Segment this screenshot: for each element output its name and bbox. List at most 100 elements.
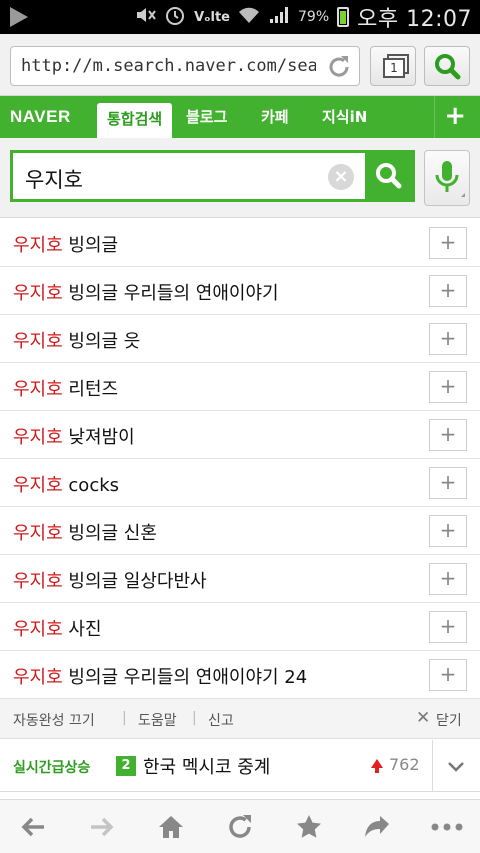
browser-bottom-bar: [0, 799, 480, 853]
add-suggestion-button[interactable]: +: [429, 227, 467, 259]
report-link[interactable]: 신고: [208, 710, 234, 730]
browser-toolbar: http://m.search.naver.com/sear… 1: [0, 34, 480, 96]
suggestion-text[interactable]: 우지호 사진: [13, 615, 102, 641]
tab-integrated-search[interactable]: 통합검색: [97, 103, 173, 138]
voice-search-button[interactable]: [424, 150, 470, 206]
tab-count: 1: [383, 58, 405, 78]
help-link[interactable]: 도움말: [138, 710, 177, 730]
clock: 오후 12:07: [357, 7, 472, 32]
add-suggestion-button[interactable]: +: [429, 419, 467, 451]
add-suggestion-button[interactable]: +: [429, 323, 467, 355]
suggestion-keyword: 우지호: [13, 475, 63, 496]
list-item[interactable]: 우지호 빙의글 일상다반사 +: [0, 555, 480, 603]
list-item[interactable]: 우지호 리턴즈 +: [0, 363, 480, 411]
close-link[interactable]: 닫기: [436, 710, 462, 730]
tab-blog[interactable]: 블로그: [186, 96, 227, 138]
suggestion-rest: 빙의글 읏: [62, 331, 141, 352]
realtime-trend-bar[interactable]: 실시간급상승 2 한국 멕시코 중계 762: [0, 740, 480, 792]
nav-divider: [434, 96, 435, 138]
forward-icon[interactable]: [87, 812, 117, 842]
suggestion-rest: 빙의글: [62, 235, 119, 256]
suggestion-rest: 사진: [62, 619, 102, 640]
wifi-icon: [238, 6, 260, 28]
list-item[interactable]: 우지호 빙의글 우리들의 연애이야기 24 +: [0, 651, 480, 699]
suggestion-rest: 빙의글 신혼: [62, 523, 157, 544]
suggestion-text[interactable]: 우지호 빙의글 우리들의 연애이야기 24: [13, 663, 307, 689]
url-text[interactable]: http://m.search.naver.com/sear…: [21, 56, 316, 76]
search-input[interactable]: 우지호 ×: [10, 150, 415, 202]
trend-count: 762: [389, 755, 420, 774]
list-item[interactable]: 우지호 빙의글 우리들의 연애이야기 +: [0, 267, 480, 315]
suggestion-rest: cocks: [62, 475, 120, 496]
naver-logo[interactable]: NAVER: [10, 107, 71, 127]
back-icon[interactable]: [18, 812, 48, 842]
list-item[interactable]: 우지호 빙의글 읏 +: [0, 315, 480, 363]
suggestion-keyword: 우지호: [13, 283, 63, 304]
more-menu-icon[interactable]: [430, 812, 463, 842]
trend-rank-badge: 2: [116, 756, 136, 776]
clear-icon[interactable]: ×: [328, 164, 354, 190]
list-item[interactable]: 우지호 빙의글 신혼 +: [0, 507, 480, 555]
divider: |: [192, 710, 197, 726]
add-suggestion-button[interactable]: +: [429, 371, 467, 403]
tab-cafe[interactable]: 카페: [261, 96, 289, 138]
search-icon: [376, 163, 402, 189]
battery-icon: [337, 7, 350, 27]
chevron-down-icon[interactable]: [446, 756, 466, 776]
tabs-button[interactable]: 1: [370, 46, 416, 86]
suggestion-text[interactable]: 우지호 리턴즈: [13, 375, 118, 401]
suggestion-text[interactable]: 우지호 cocks: [13, 471, 119, 497]
home-icon[interactable]: [156, 812, 186, 842]
add-suggestion-button[interactable]: +: [429, 515, 467, 547]
list-item[interactable]: 우지호 빙의글 +: [0, 219, 480, 267]
divider: [432, 740, 433, 792]
trend-label: 실시간급상승: [13, 760, 91, 776]
add-tab-button[interactable]: +: [444, 101, 466, 131]
browser-search-button[interactable]: [424, 46, 470, 86]
suggestion-text[interactable]: 우지호 빙의글 일상다반사: [13, 567, 207, 593]
add-suggestion-button[interactable]: +: [429, 611, 467, 643]
suggestion-rest: 낮져밤이: [62, 427, 135, 448]
suggestion-keyword: 우지호: [13, 619, 63, 640]
add-suggestion-button[interactable]: +: [429, 275, 467, 307]
suggestion-text[interactable]: 우지호 빙의글 우리들의 연애이야기: [13, 279, 279, 305]
refresh-icon[interactable]: [225, 812, 255, 842]
add-suggestion-button[interactable]: +: [429, 659, 467, 691]
suggestion-rest: 빙의글 우리들의 연애이야기 24: [62, 667, 308, 688]
suggestion-keyword: 우지호: [13, 235, 63, 256]
signal-icon: [268, 5, 290, 29]
suggestion-text[interactable]: 우지호 빙의글: [13, 231, 118, 257]
suggestion-text[interactable]: 우지호 빙의글 신혼: [13, 519, 157, 545]
suggestion-keyword: 우지호: [13, 331, 63, 352]
search-area: 우지호 ×: [0, 138, 480, 218]
autocomplete-off-link[interactable]: 자동완성 끄기: [13, 710, 95, 730]
add-suggestion-button[interactable]: +: [429, 467, 467, 499]
bookmark-star-icon[interactable]: [294, 812, 324, 842]
close-icon[interactable]: ✕: [416, 708, 430, 728]
search-icon: [435, 54, 461, 80]
share-icon[interactable]: [362, 812, 392, 842]
naver-navbar: NAVER 통합검색 블로그 카페 지식iN +: [0, 96, 480, 138]
search-submit-button[interactable]: [365, 153, 412, 199]
list-item[interactable]: 우지호 cocks +: [0, 459, 480, 507]
url-field[interactable]: http://m.search.naver.com/sear…: [10, 46, 360, 86]
divider: |: [122, 710, 127, 726]
mute-icon: [134, 5, 156, 29]
add-suggestion-button[interactable]: +: [429, 563, 467, 595]
search-query[interactable]: 우지호: [25, 164, 83, 194]
reload-icon[interactable]: [325, 53, 353, 81]
trend-keyword[interactable]: 한국 멕시코 중계: [143, 753, 270, 779]
alarm-icon: [164, 4, 186, 30]
suggestion-keyword: 우지호: [13, 571, 63, 592]
suggestion-text[interactable]: 우지호 빙의글 읏: [13, 327, 140, 353]
arrow-up-icon: [371, 759, 383, 773]
list-item[interactable]: 우지호 사진 +: [0, 603, 480, 651]
list-item[interactable]: 우지호 낮져밤이 +: [0, 411, 480, 459]
suggestion-rest: 리턴즈: [62, 379, 119, 400]
play-store-icon: [10, 7, 28, 27]
tab-knowledge-in[interactable]: 지식iN: [322, 96, 367, 138]
suggestion-keyword: 우지호: [13, 427, 63, 448]
suggestion-keyword: 우지호: [13, 523, 63, 544]
suggestion-text[interactable]: 우지호 낮져밤이: [13, 423, 135, 449]
autocomplete-list: 우지호 빙의글 + 우지호 빙의글 우리들의 연애이야기 + 우지호 빙의글 읏 + …: [0, 219, 480, 699]
